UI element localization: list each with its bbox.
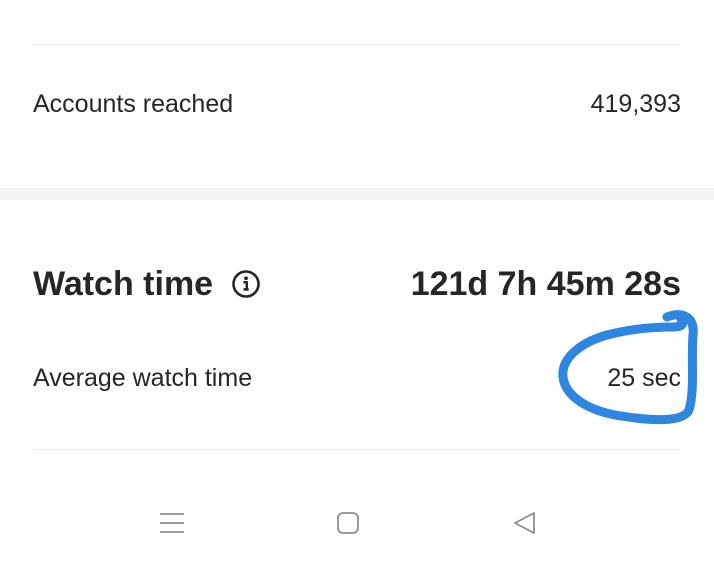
watch-time-total: 121d 7h 45m 28s — [410, 264, 681, 303]
info-circle-icon[interactable] — [231, 269, 261, 299]
top-divider — [33, 44, 681, 45]
watch-time-title: Watch time — [33, 264, 214, 303]
back-triangle-icon[interactable] — [509, 508, 539, 538]
watch-time-row: Watch time 121d 7h 45m 28s — [33, 260, 681, 308]
accounts-reached-label: Accounts reached — [33, 89, 234, 118]
section-separator — [0, 188, 714, 200]
bottom-divider — [33, 449, 681, 450]
average-watch-time-label: Average watch time — [33, 363, 253, 392]
watch-time-heading: Watch time — [33, 265, 261, 304]
accounts-reached-value: 419,393 — [590, 89, 681, 118]
accounts-reached-row: Accounts reached 419,393 — [33, 86, 681, 122]
system-navigation-bar — [0, 500, 714, 546]
average-watch-time-value: 25 sec — [607, 363, 681, 392]
menu-lines-icon[interactable] — [157, 508, 187, 538]
home-square-icon[interactable] — [333, 508, 363, 538]
average-watch-time-row: Average watch time 25 sec — [33, 360, 681, 396]
